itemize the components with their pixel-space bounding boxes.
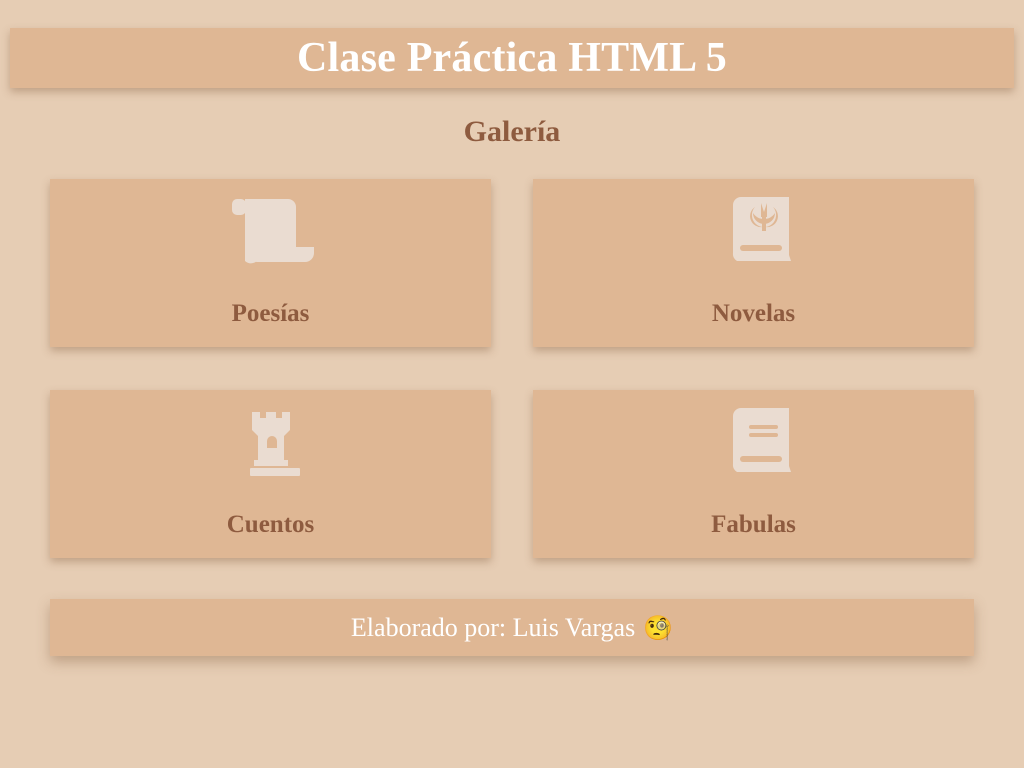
card-label: Novelas xyxy=(711,300,796,327)
gallery-title: Galería xyxy=(463,115,561,148)
book-jedi-icon xyxy=(709,197,799,267)
card-label: Poesías xyxy=(231,300,310,327)
page-title: Clase Práctica HTML 5 xyxy=(297,35,727,81)
card-poesias[interactable]: Poesías xyxy=(50,179,491,347)
monocle-face-icon: 🧐 xyxy=(643,613,674,642)
card-novelas[interactable]: Novelas xyxy=(533,179,974,347)
card-label: Cuentos xyxy=(226,511,315,538)
book-icon xyxy=(709,408,799,478)
card-label: Fabulas xyxy=(711,511,796,538)
page-header: Clase Práctica HTML 5 xyxy=(10,28,1014,88)
footer-credit: Elaborado por: Luis Vargas xyxy=(350,612,636,642)
card-fabulas[interactable]: Fabulas xyxy=(533,390,974,558)
chess-rook-icon xyxy=(226,408,316,478)
page-footer: Elaborado por: Luis Vargas 🧐 xyxy=(50,599,974,656)
card-cuentos[interactable]: Cuentos xyxy=(50,390,491,558)
scroll-icon xyxy=(226,197,316,267)
